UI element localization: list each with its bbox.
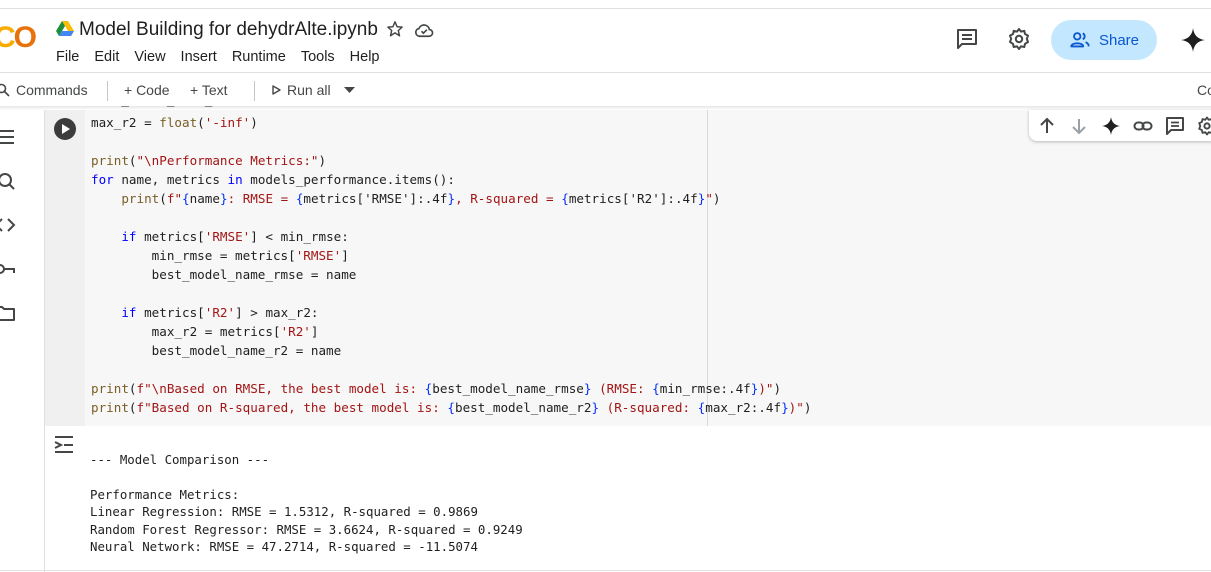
menu-insert[interactable]: Insert bbox=[181, 49, 217, 65]
share-label: Share bbox=[1098, 31, 1140, 49]
add-code-label: + Code bbox=[124, 82, 170, 98]
code-snippets-icon[interactable] bbox=[0, 214, 16, 236]
comment-icon[interactable] bbox=[955, 27, 979, 51]
bottom-border bbox=[0, 570, 1211, 571]
cloud-saved-icon[interactable] bbox=[414, 21, 434, 39]
comment-icon[interactable] bbox=[1165, 116, 1185, 136]
toolbar-separator bbox=[254, 81, 255, 101]
cell-left-margin bbox=[45, 110, 85, 426]
gemini-sparkle-icon[interactable] bbox=[1101, 116, 1121, 136]
link-icon[interactable] bbox=[1133, 116, 1153, 136]
cell-output: --- Model Comparison --- Performance Met… bbox=[90, 452, 523, 555]
notebook-toolbar: Commands + Code + Text Run all Co bbox=[0, 73, 1211, 107]
add-text-label: + Text bbox=[190, 82, 228, 98]
gear-icon[interactable] bbox=[1197, 116, 1211, 136]
menu-file[interactable]: File bbox=[56, 49, 79, 65]
run-all-button[interactable]: Run all bbox=[271, 82, 331, 98]
table-of-contents-icon[interactable] bbox=[0, 126, 16, 148]
key-icon[interactable] bbox=[0, 258, 16, 280]
output-toggle-icon[interactable] bbox=[53, 434, 77, 454]
add-text-button[interactable]: + Text bbox=[190, 82, 228, 98]
commands-button[interactable]: Commands bbox=[0, 82, 88, 98]
run-cell-button[interactable] bbox=[54, 118, 76, 140]
add-code-button[interactable]: + Code bbox=[124, 82, 170, 98]
gear-icon[interactable] bbox=[1007, 27, 1031, 51]
google-drive-icon bbox=[56, 21, 74, 36]
move-up-icon[interactable] bbox=[1037, 116, 1057, 136]
cell-toolbar bbox=[1029, 110, 1211, 141]
toolbar-separator bbox=[107, 81, 108, 101]
top-border bbox=[0, 8, 1211, 9]
share-button[interactable]: Share bbox=[1051, 20, 1157, 60]
move-down-icon[interactable] bbox=[1069, 116, 1089, 136]
connect-label: Co bbox=[1197, 82, 1211, 98]
people-icon bbox=[1070, 32, 1090, 48]
colab-logo[interactable]: CO bbox=[0, 20, 37, 56]
commands-label: Commands bbox=[16, 82, 88, 98]
clipped-code-line: best_model_name_r2 = None bbox=[85, 104, 325, 112]
menu-view[interactable]: View bbox=[134, 49, 165, 65]
notebook-title[interactable]: Model Building for dehydrAlte.ipynb bbox=[79, 18, 378, 42]
menu-edit[interactable]: Edit bbox=[94, 49, 119, 65]
menu-bar: File Edit View Insert Runtime Tools Help bbox=[56, 49, 395, 65]
gemini-sparkle-icon[interactable] bbox=[1180, 27, 1206, 53]
connect-button[interactable]: Co bbox=[1197, 82, 1211, 98]
folder-icon[interactable] bbox=[0, 302, 16, 324]
star-icon[interactable] bbox=[386, 20, 404, 38]
play-outline-icon bbox=[272, 85, 281, 95]
menu-tools[interactable]: Tools bbox=[301, 49, 335, 65]
search-icon bbox=[0, 83, 10, 97]
menu-help[interactable]: Help bbox=[350, 49, 380, 65]
find-replace-icon[interactable] bbox=[0, 170, 16, 192]
menu-runtime[interactable]: Runtime bbox=[232, 49, 286, 65]
run-all-label: Run all bbox=[287, 82, 331, 98]
caret-down-icon[interactable] bbox=[344, 87, 355, 94]
code-content[interactable]: max_r2 = float('-inf') print("\nPerforma… bbox=[91, 113, 811, 417]
